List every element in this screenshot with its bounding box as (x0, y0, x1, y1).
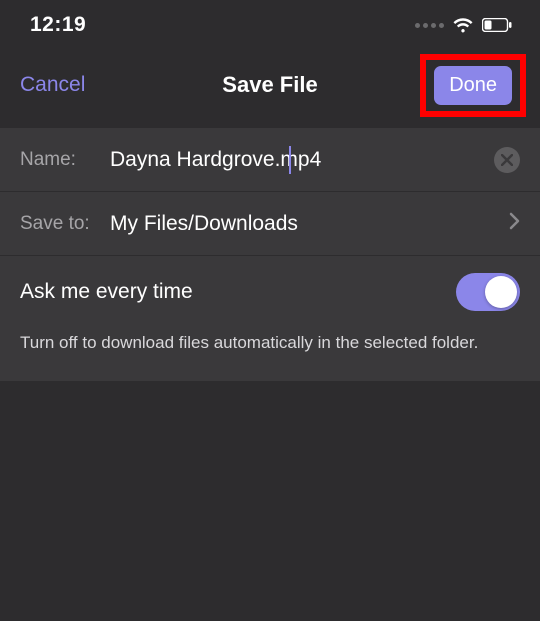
status-bar: 12:19 (0, 0, 540, 50)
name-label: Name: (20, 149, 110, 171)
chevron-right-icon (509, 212, 520, 235)
ask-every-time-hint: Turn off to download files automatically… (0, 328, 540, 381)
status-icons (415, 17, 512, 33)
clear-text-button[interactable] (494, 147, 520, 173)
page-title: Save File (222, 72, 317, 98)
status-time: 12:19 (30, 13, 86, 37)
save-to-row[interactable]: Save to: My Files/Downloads (0, 192, 540, 256)
close-icon (501, 154, 513, 166)
battery-icon (482, 18, 512, 32)
ask-every-time-row: Ask me every time (0, 256, 540, 328)
save-to-value: My Files/Downloads (110, 212, 509, 236)
cancel-button[interactable]: Cancel (20, 73, 85, 97)
name-row: Name: (0, 128, 540, 192)
done-button[interactable]: Done (434, 66, 512, 105)
wifi-icon (452, 17, 474, 33)
filename-input[interactable] (110, 148, 494, 172)
toggle-knob (485, 276, 517, 308)
done-highlight: Done (420, 54, 526, 117)
nav-bar: Cancel Save File Done (0, 50, 540, 120)
text-caret (289, 146, 291, 174)
save-to-label: Save to: (20, 213, 110, 235)
ask-every-time-toggle[interactable] (456, 273, 520, 311)
cell-dots-icon (415, 23, 444, 28)
ask-every-time-label: Ask me every time (20, 280, 193, 304)
